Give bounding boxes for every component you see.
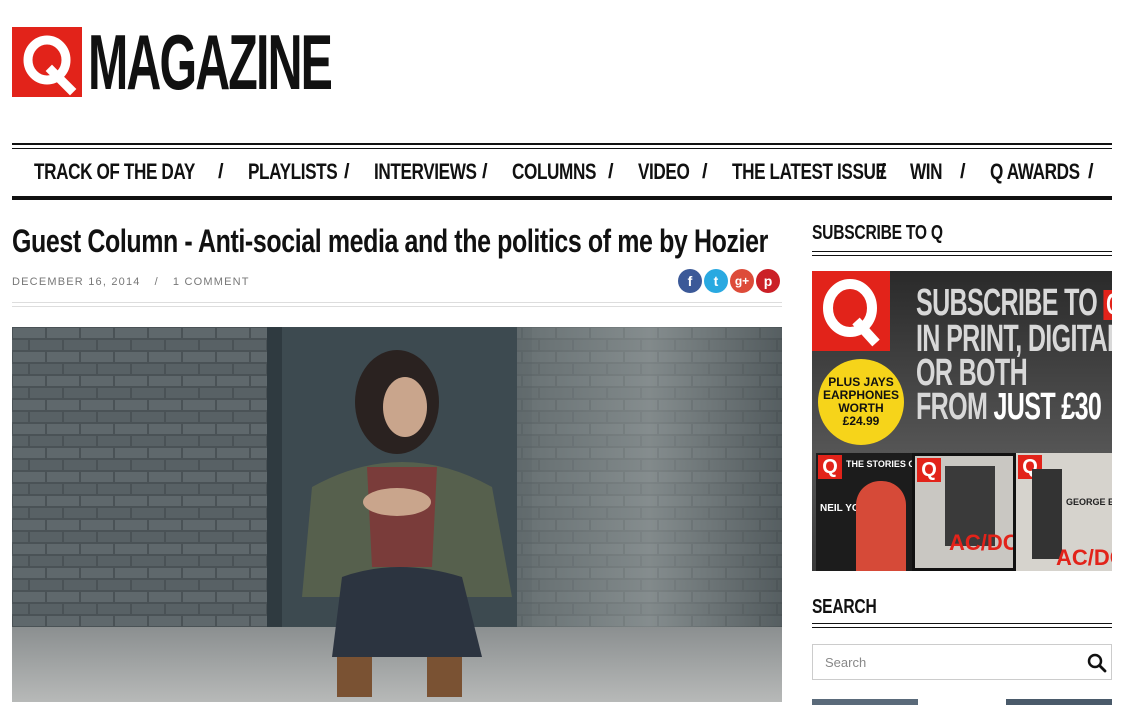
sidebar-rule (812, 251, 1112, 252)
main-nav: TRACK OF THE DAY / PLAYLISTS / INTERVIEW… (12, 150, 1112, 194)
pinterest-icon[interactable]: p (756, 269, 780, 293)
cover-text: GEORGE EZRA (1066, 497, 1112, 507)
magazine-cover: Q AC/DC (912, 453, 1016, 571)
comments-link[interactable]: 1 COMMENT (173, 276, 250, 288)
featured-image (12, 327, 782, 702)
nav-separator: / (608, 160, 614, 183)
cover-figure (856, 481, 906, 571)
thumbnail[interactable] (1006, 699, 1112, 705)
search-icon[interactable] (1087, 653, 1107, 673)
nav-label[interactable]: INTERVIEWS (374, 159, 477, 185)
nav-label[interactable]: Q AWARDS (990, 159, 1080, 185)
sidebar-rule (812, 627, 1112, 628)
cover-text: THE STORIES OF (846, 459, 912, 469)
nav-rule-top-thin (12, 148, 1112, 149)
google-plus-icon[interactable]: g+ (730, 269, 754, 293)
nav-item-video[interactable]: VIDEO (638, 159, 702, 185)
promo-headline-line1: SUBSCRIBE TO Q (916, 284, 1112, 322)
nav-rule-bottom (12, 196, 1112, 200)
magazine-cover: Q THE STORIES OF NEIL YOUNG (816, 453, 912, 571)
cover-q-icon: Q (818, 455, 842, 479)
nav-separator: / (344, 160, 350, 183)
nav-rule-top (12, 143, 1112, 145)
q-logo-icon (12, 27, 82, 97)
nav-separator: / (1088, 160, 1094, 183)
nav-label[interactable]: THE LATEST ISSUE (732, 159, 887, 185)
nav-label[interactable]: TRACK OF THE DAY (34, 159, 195, 185)
nav-label[interactable]: COLUMNS (512, 159, 596, 185)
cover-text: AC/DC (1056, 545, 1112, 570)
cover-text: AC/DC (949, 530, 1016, 555)
subscribe-promo-banner[interactable]: SUBSCRIBE TO Q IN PRINT, DIGITAL OR BOTH… (812, 271, 1112, 571)
nav-item-latest-issue[interactable]: THE LATEST ISSUE (732, 159, 887, 185)
nav-item-q-awards[interactable]: Q AWARDS (990, 159, 1088, 185)
sidebar-rule (812, 623, 1112, 624)
share-buttons: f t g+ p (678, 269, 780, 293)
promo-line4-from: FROM (916, 386, 988, 428)
search-box (812, 644, 1112, 680)
twitter-icon[interactable]: t (704, 269, 728, 293)
nav-item-interviews[interactable]: INTERVIEWS (374, 159, 482, 185)
magazine-covers: Q THE STORIES OF NEIL YOUNG Q AC/DC Q GE… (812, 443, 1112, 571)
meta-divider (12, 302, 782, 303)
meta-separator: / (154, 276, 159, 288)
meta-divider (12, 306, 782, 307)
thumbnail[interactable] (812, 699, 918, 705)
article-date: DECEMBER 16, 2014 (12, 276, 141, 288)
article-meta: DECEMBER 16, 2014 / 1 COMMENT (12, 276, 250, 288)
search-heading: SEARCH (812, 596, 877, 618)
facebook-icon[interactable]: f (678, 269, 702, 293)
subscribe-heading: SUBSCRIBE TO Q (812, 222, 943, 244)
logo-wordmark: MAGAZINE (88, 18, 333, 106)
nav-item-playlists[interactable]: PLAYLISTS (248, 159, 344, 185)
nav-item-track-of-the-day[interactable]: TRACK OF THE DAY (34, 159, 218, 185)
magazine-cover: Q GEORGE EZRA AC/DC (1016, 453, 1112, 571)
earphones-offer-badge: PLUS JAYS EARPHONES WORTH £24.99 (818, 359, 904, 445)
sidebar-rule (812, 255, 1112, 256)
promo-q-badge: Q (1103, 289, 1112, 320)
nav-item-win[interactable]: WIN (910, 159, 960, 185)
promo-price: JUST £30 (993, 386, 1102, 428)
nav-label[interactable]: VIDEO (638, 159, 690, 185)
nav-label[interactable]: PLAYLISTS (248, 159, 338, 185)
nav-separator: / (482, 160, 488, 183)
sidebar-thumbnails (812, 699, 1112, 705)
site-logo[interactable]: MAGAZINE (12, 18, 480, 106)
search-input[interactable] (813, 645, 1073, 679)
promo-headline-line4: FROM JUST £30 (916, 386, 1102, 428)
badge-line: £24.99 (842, 414, 880, 428)
article-title: Guest Column - Anti-social media and the… (12, 223, 768, 259)
q-logo-icon (812, 271, 890, 351)
nav-label[interactable]: WIN (910, 159, 943, 185)
nav-separator: / (702, 160, 708, 183)
cover-q-icon: Q (917, 458, 941, 482)
nav-separator: / (960, 160, 966, 183)
nav-separator: / (218, 160, 224, 183)
nav-item-columns[interactable]: COLUMNS (512, 159, 608, 185)
